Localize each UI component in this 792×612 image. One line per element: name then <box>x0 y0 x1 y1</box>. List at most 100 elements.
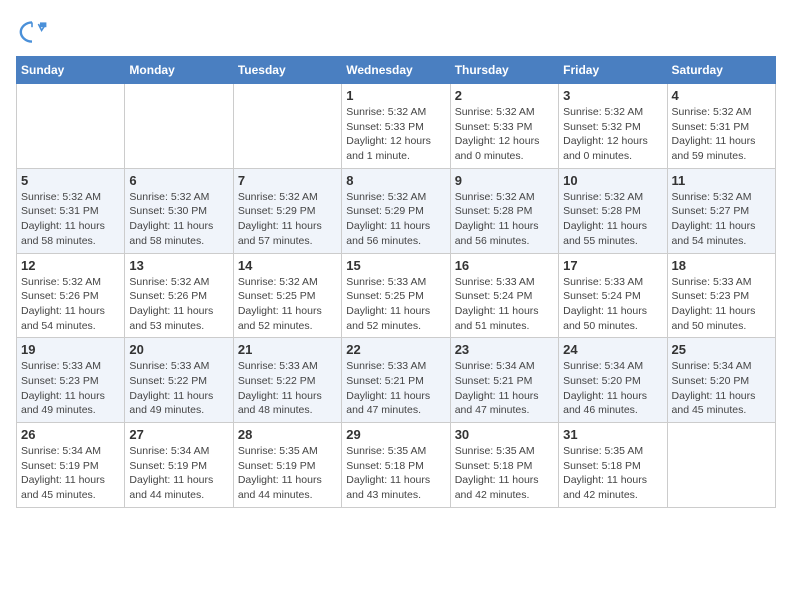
calendar-cell: 27 Sunrise: 5:34 AM Sunset: 5:19 PM Dayli… <box>125 423 233 508</box>
calendar-cell: 7 Sunrise: 5:32 AM Sunset: 5:29 PM Daylig… <box>233 168 341 253</box>
calendar-cell: 17Sunrise: 5:33 AM Sunset: 5:24 PM Dayli… <box>559 253 667 338</box>
calendar-week-4: 19 Sunrise: 5:33 AM Sunset: 5:23 PM Dayli… <box>17 338 776 423</box>
calendar-week-1: 1 Sunrise: 5:32 AM Sunset: 5:33 PM Daylig… <box>17 84 776 169</box>
day-info: Sunrise: 5:32 AM Sunset: 5:29 PM Dayligh… <box>238 190 337 249</box>
logo <box>16 16 52 48</box>
calendar-header-tuesday: Tuesday <box>233 57 341 84</box>
calendar-cell: 21 Sunrise: 5:33 AM Sunset: 5:22 PM Dayli… <box>233 338 341 423</box>
day-info: Sunrise: 5:32 AM Sunset: 5:30 PM Dayligh… <box>129 190 228 249</box>
day-info: Sunrise: 5:34 AM Sunset: 5:20 PM Dayligh… <box>563 359 662 418</box>
day-info: Sunrise: 5:32 AM Sunset: 5:31 PM Dayligh… <box>21 190 120 249</box>
day-info: Sunrise: 5:33 AM Sunset: 5:25 PM Dayligh… <box>346 275 445 334</box>
page-header <box>16 16 776 48</box>
calendar-cell: 4 Sunrise: 5:32 AM Sunset: 5:31 PM Daylig… <box>667 84 775 169</box>
calendar-header-row: SundayMondayTuesdayWednesdayThursdayFrid… <box>17 57 776 84</box>
day-info: Sunrise: 5:33 AM Sunset: 5:24 PM Dayligh… <box>455 275 554 334</box>
day-info: Sunrise: 5:33 AM Sunset: 5:21 PM Dayligh… <box>346 359 445 418</box>
calendar-cell: 14 Sunrise: 5:32 AM Sunset: 5:25 PM Dayli… <box>233 253 341 338</box>
calendar-header-monday: Monday <box>125 57 233 84</box>
day-number: 15 <box>346 258 445 273</box>
calendar-cell: 25Sunrise: 5:34 AM Sunset: 5:20 PM Dayli… <box>667 338 775 423</box>
day-info: Sunrise: 5:32 AM Sunset: 5:31 PM Dayligh… <box>672 105 771 164</box>
calendar-cell: 5 Sunrise: 5:32 AM Sunset: 5:31 PM Daylig… <box>17 168 125 253</box>
calendar-cell: 26 Sunrise: 5:34 AM Sunset: 5:19 PM Dayli… <box>17 423 125 508</box>
day-number: 22 <box>346 342 445 357</box>
day-number: 27 <box>129 427 228 442</box>
day-number: 4 <box>672 88 771 103</box>
calendar-cell: 16 Sunrise: 5:33 AM Sunset: 5:24 PM Dayli… <box>450 253 558 338</box>
day-number: 2 <box>455 88 554 103</box>
day-number: 1 <box>346 88 445 103</box>
day-info: Sunrise: 5:34 AM Sunset: 5:21 PM Dayligh… <box>455 359 554 418</box>
day-info: Sunrise: 5:32 AM Sunset: 5:28 PM Dayligh… <box>455 190 554 249</box>
day-number: 19 <box>21 342 120 357</box>
calendar-cell: 12 Sunrise: 5:32 AM Sunset: 5:26 PM Dayli… <box>17 253 125 338</box>
calendar-cell <box>667 423 775 508</box>
calendar-cell: 29 Sunrise: 5:35 AM Sunset: 5:18 PM Dayli… <box>342 423 450 508</box>
day-info: Sunrise: 5:35 AM Sunset: 5:18 PM Dayligh… <box>563 444 662 503</box>
calendar-header-sunday: Sunday <box>17 57 125 84</box>
day-number: 23 <box>455 342 554 357</box>
calendar-cell: 6 Sunrise: 5:32 AM Sunset: 5:30 PM Daylig… <box>125 168 233 253</box>
day-info: Sunrise: 5:32 AM Sunset: 5:26 PM Dayligh… <box>129 275 228 334</box>
calendar-cell: 30 Sunrise: 5:35 AM Sunset: 5:18 PM Dayli… <box>450 423 558 508</box>
calendar-cell: 13 Sunrise: 5:32 AM Sunset: 5:26 PM Dayli… <box>125 253 233 338</box>
calendar-cell <box>125 84 233 169</box>
day-number: 30 <box>455 427 554 442</box>
day-info: Sunrise: 5:34 AM Sunset: 5:19 PM Dayligh… <box>129 444 228 503</box>
day-number: 12 <box>21 258 120 273</box>
day-info: Sunrise: 5:35 AM Sunset: 5:18 PM Dayligh… <box>455 444 554 503</box>
day-info: Sunrise: 5:35 AM Sunset: 5:19 PM Dayligh… <box>238 444 337 503</box>
calendar-week-2: 5 Sunrise: 5:32 AM Sunset: 5:31 PM Daylig… <box>17 168 776 253</box>
day-number: 25 <box>672 342 771 357</box>
day-info: Sunrise: 5:32 AM Sunset: 5:33 PM Dayligh… <box>346 105 445 164</box>
calendar-header-wednesday: Wednesday <box>342 57 450 84</box>
calendar-table: SundayMondayTuesdayWednesdayThursdayFrid… <box>16 56 776 508</box>
day-info: Sunrise: 5:35 AM Sunset: 5:18 PM Dayligh… <box>346 444 445 503</box>
day-number: 11 <box>672 173 771 188</box>
day-info: Sunrise: 5:33 AM Sunset: 5:22 PM Dayligh… <box>129 359 228 418</box>
calendar-cell: 18 Sunrise: 5:33 AM Sunset: 5:23 PM Dayli… <box>667 253 775 338</box>
day-number: 31 <box>563 427 662 442</box>
day-info: Sunrise: 5:32 AM Sunset: 5:29 PM Dayligh… <box>346 190 445 249</box>
calendar-cell: 9Sunrise: 5:32 AM Sunset: 5:28 PM Daylig… <box>450 168 558 253</box>
calendar-cell: 3Sunrise: 5:32 AM Sunset: 5:32 PM Daylig… <box>559 84 667 169</box>
day-number: 21 <box>238 342 337 357</box>
calendar-cell: 15 Sunrise: 5:33 AM Sunset: 5:25 PM Dayli… <box>342 253 450 338</box>
day-number: 29 <box>346 427 445 442</box>
day-number: 5 <box>21 173 120 188</box>
day-info: Sunrise: 5:34 AM Sunset: 5:19 PM Dayligh… <box>21 444 120 503</box>
day-number: 20 <box>129 342 228 357</box>
calendar-cell: 23 Sunrise: 5:34 AM Sunset: 5:21 PM Dayli… <box>450 338 558 423</box>
calendar-cell <box>17 84 125 169</box>
day-number: 3 <box>563 88 662 103</box>
calendar-header-saturday: Saturday <box>667 57 775 84</box>
day-info: Sunrise: 5:33 AM Sunset: 5:24 PM Dayligh… <box>563 275 662 334</box>
day-number: 13 <box>129 258 228 273</box>
day-number: 8 <box>346 173 445 188</box>
day-info: Sunrise: 5:33 AM Sunset: 5:23 PM Dayligh… <box>672 275 771 334</box>
day-number: 18 <box>672 258 771 273</box>
day-number: 16 <box>455 258 554 273</box>
day-number: 6 <box>129 173 228 188</box>
day-number: 26 <box>21 427 120 442</box>
calendar-cell: 11Sunrise: 5:32 AM Sunset: 5:27 PM Dayli… <box>667 168 775 253</box>
calendar-header-friday: Friday <box>559 57 667 84</box>
day-number: 28 <box>238 427 337 442</box>
calendar-cell: 8 Sunrise: 5:32 AM Sunset: 5:29 PM Daylig… <box>342 168 450 253</box>
day-info: Sunrise: 5:32 AM Sunset: 5:28 PM Dayligh… <box>563 190 662 249</box>
calendar-cell: 1 Sunrise: 5:32 AM Sunset: 5:33 PM Daylig… <box>342 84 450 169</box>
day-info: Sunrise: 5:32 AM Sunset: 5:26 PM Dayligh… <box>21 275 120 334</box>
day-number: 24 <box>563 342 662 357</box>
logo-icon <box>16 16 48 48</box>
day-number: 14 <box>238 258 337 273</box>
day-info: Sunrise: 5:32 AM Sunset: 5:25 PM Dayligh… <box>238 275 337 334</box>
calendar-cell: 24 Sunrise: 5:34 AM Sunset: 5:20 PM Dayli… <box>559 338 667 423</box>
calendar-header-thursday: Thursday <box>450 57 558 84</box>
calendar-cell: 19 Sunrise: 5:33 AM Sunset: 5:23 PM Dayli… <box>17 338 125 423</box>
day-info: Sunrise: 5:32 AM Sunset: 5:33 PM Dayligh… <box>455 105 554 164</box>
day-number: 10 <box>563 173 662 188</box>
day-info: Sunrise: 5:33 AM Sunset: 5:23 PM Dayligh… <box>21 359 120 418</box>
day-number: 7 <box>238 173 337 188</box>
day-info: Sunrise: 5:33 AM Sunset: 5:22 PM Dayligh… <box>238 359 337 418</box>
